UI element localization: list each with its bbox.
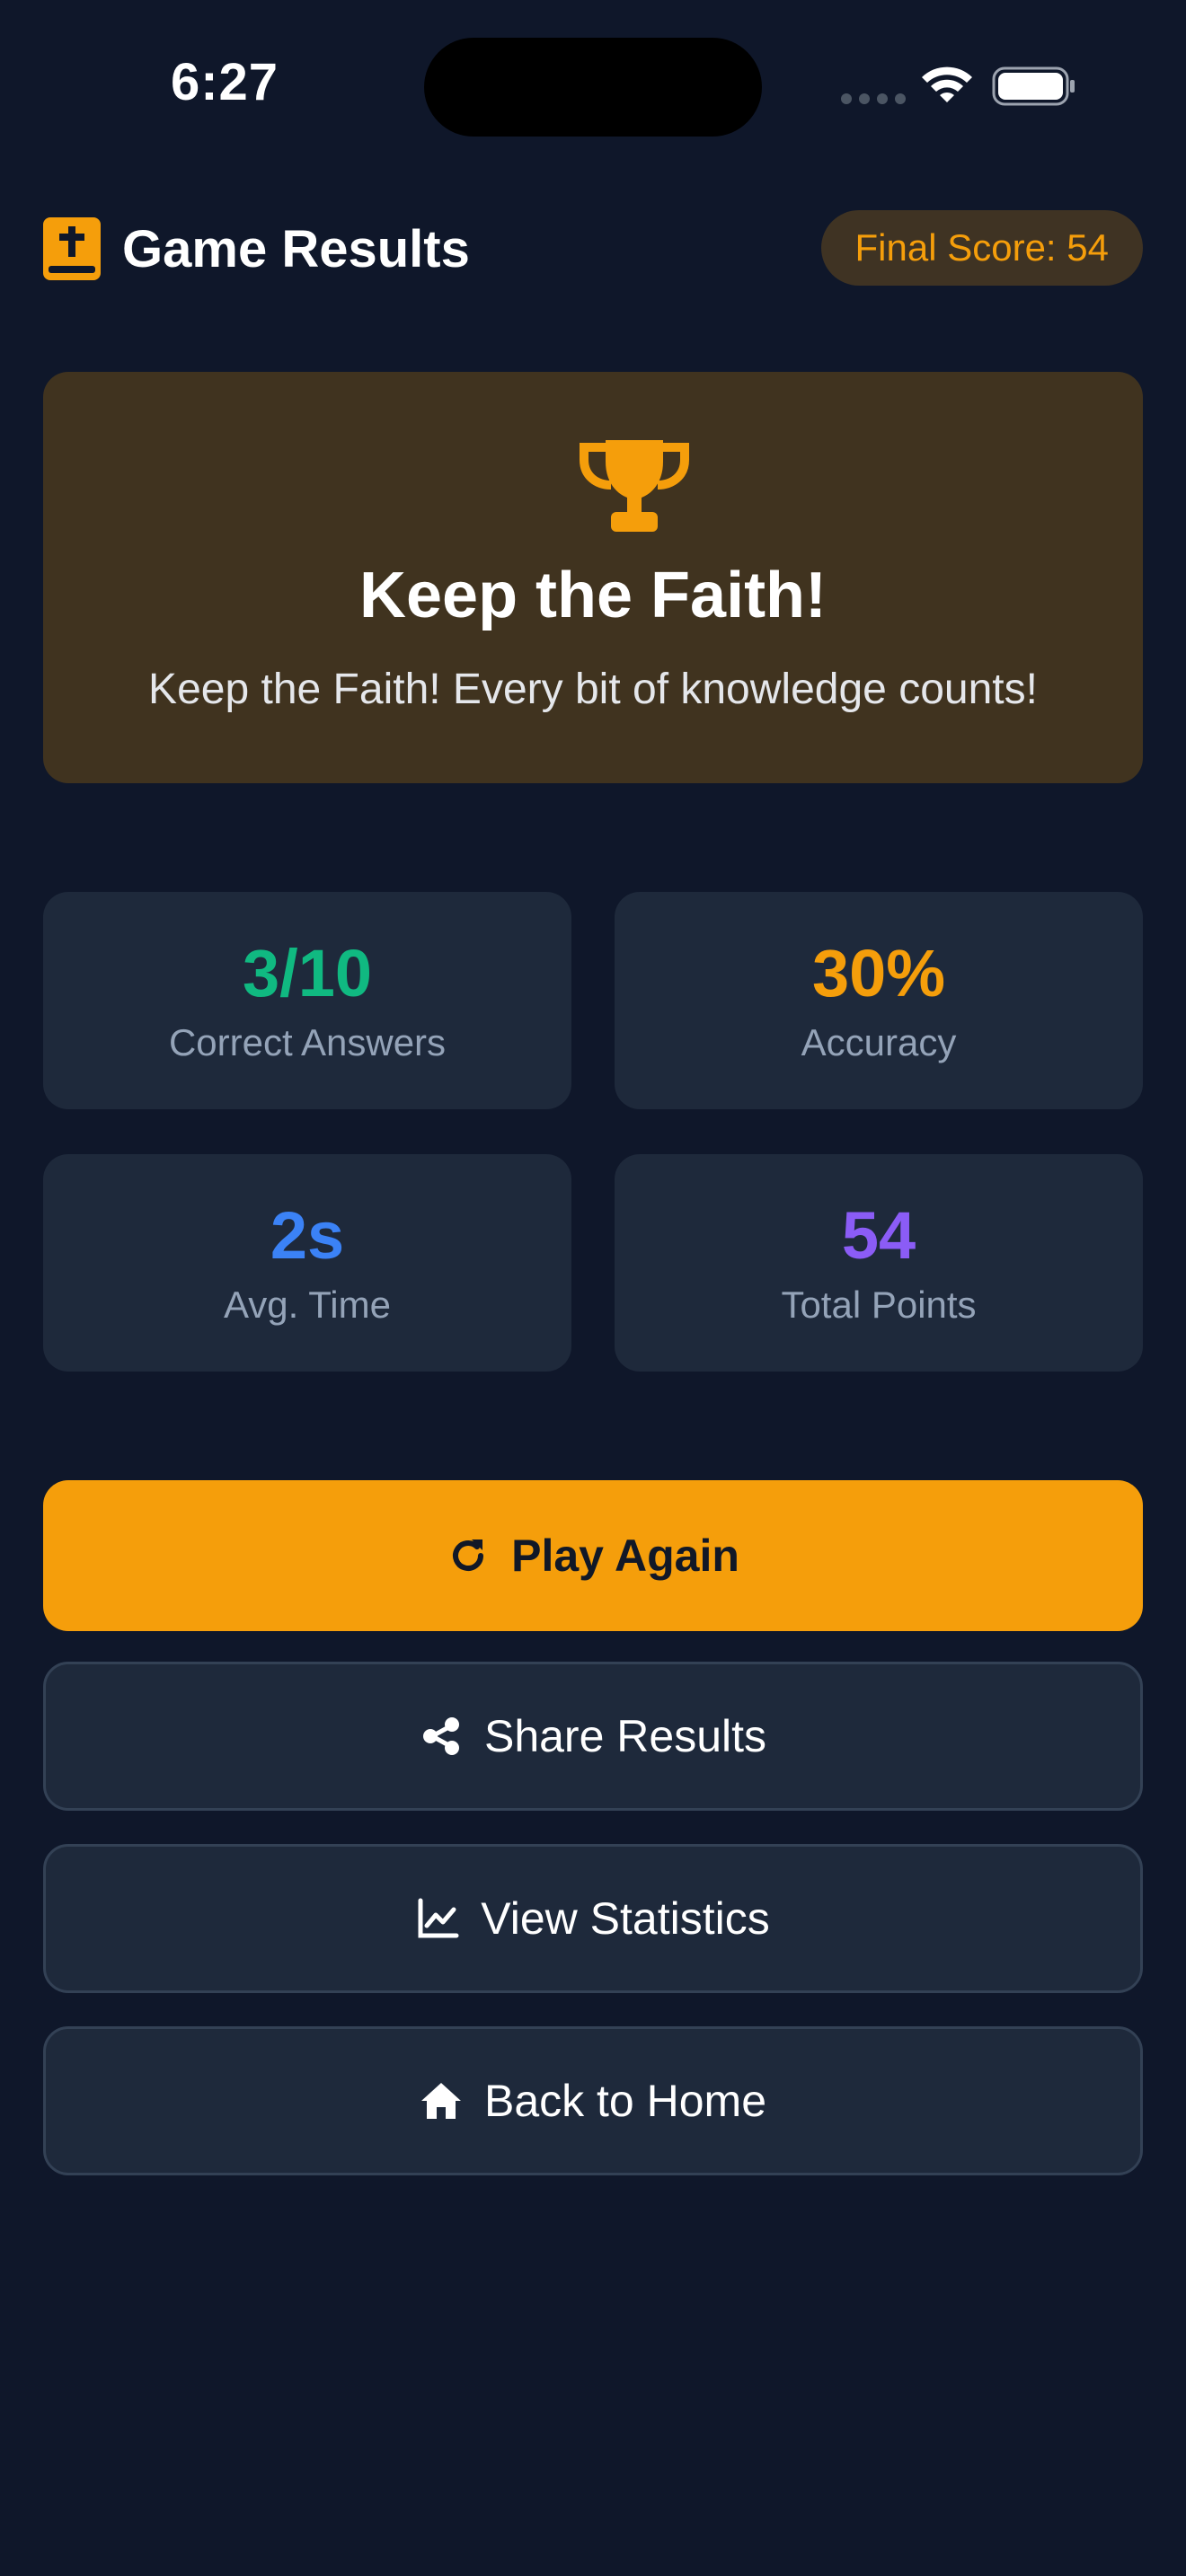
stat-value: 30% bbox=[811, 936, 946, 1010]
status-bar: 6:27 bbox=[0, 0, 1186, 144]
bible-icon bbox=[43, 217, 101, 280]
result-title: Keep the Faith! bbox=[358, 560, 828, 631]
dynamic-island bbox=[424, 38, 762, 137]
stat-card-total-points: 54 Total Points bbox=[615, 1154, 1143, 1372]
final-score-badge: Final Score: 54 bbox=[820, 210, 1143, 286]
stat-card-correct-answers: 3/10 Correct Answers bbox=[43, 892, 571, 1109]
stat-card-avg-time: 2s Avg. Time bbox=[43, 1154, 571, 1372]
stat-value: 3/10 bbox=[242, 936, 373, 1010]
wifi-icon bbox=[922, 66, 972, 102]
share-icon bbox=[422, 1717, 459, 1755]
back-to-home-label: Back to Home bbox=[483, 2076, 766, 2126]
stat-label: Accuracy bbox=[801, 1021, 957, 1063]
redo-icon bbox=[453, 1539, 484, 1571]
cellular-signal-icon bbox=[841, 93, 906, 104]
stat-label: Total Points bbox=[781, 1284, 977, 1326]
home-icon bbox=[420, 2083, 461, 2119]
play-again-button[interactable]: Play Again bbox=[43, 1480, 1143, 1631]
play-again-label: Play Again bbox=[511, 1531, 739, 1581]
share-results-label: Share Results bbox=[483, 1711, 767, 1761]
chart-line-icon bbox=[418, 1898, 459, 1938]
stat-value: 54 bbox=[841, 1198, 916, 1273]
result-card: Keep the Faith! Keep the Faith! Every bi… bbox=[43, 372, 1143, 783]
stat-card-accuracy: 30% Accuracy bbox=[615, 892, 1143, 1109]
stat-label: Avg. Time bbox=[224, 1284, 391, 1326]
status-time: 6:27 bbox=[170, 53, 279, 111]
stat-value: 2s bbox=[270, 1198, 345, 1273]
header: Game Results Final Score: 54 bbox=[43, 210, 1143, 286]
stat-label: Correct Answers bbox=[168, 1021, 447, 1063]
result-message: Keep the Faith! Every bit of knowledge c… bbox=[148, 666, 1038, 713]
page-title: Game Results bbox=[122, 220, 470, 278]
view-statistics-button[interactable]: View Statistics bbox=[43, 1844, 1143, 1993]
share-results-button[interactable]: Share Results bbox=[43, 1662, 1143, 1811]
trophy-icon bbox=[580, 440, 689, 532]
back-to-home-button[interactable]: Back to Home bbox=[43, 2026, 1143, 2175]
battery-icon bbox=[992, 66, 1075, 106]
view-statistics-label: View Statistics bbox=[481, 1893, 770, 1944]
